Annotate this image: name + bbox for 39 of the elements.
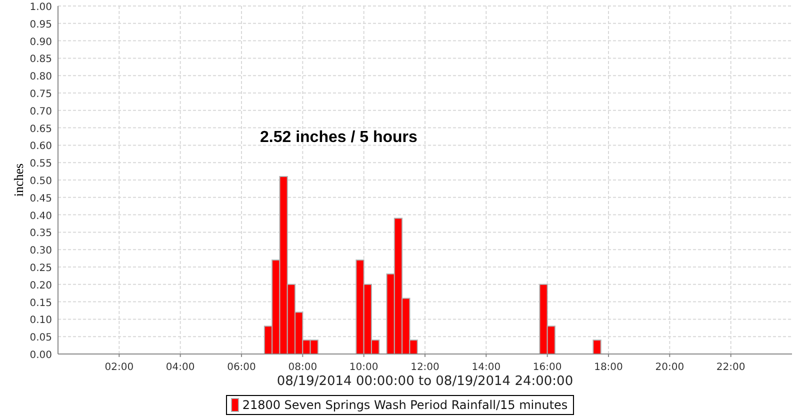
x-tick-label: 14:00 <box>472 362 501 373</box>
x-tick-label: 02:00 <box>104 362 134 373</box>
x-tick-label: 08:00 <box>288 362 318 373</box>
y-tick-label: 0.75 <box>30 89 52 100</box>
y-tick-label: 0.90 <box>30 36 52 48</box>
x-tick-label: 12:00 <box>410 362 440 373</box>
chart-annotation: 2.52 inches / 5 hours <box>260 129 418 146</box>
y-tick-label: 0.20 <box>30 280 52 292</box>
x-tick-label: 18:00 <box>594 362 623 373</box>
y-tick-label: 0.85 <box>30 54 52 66</box>
y-tick-label: 0.00 <box>30 350 52 361</box>
y-tick-label: 0.65 <box>30 124 52 135</box>
y-tick-label: 0.25 <box>30 263 52 274</box>
y-tick-label: 0.35 <box>30 228 52 240</box>
bar <box>310 340 318 354</box>
y-tick-label: 0.70 <box>30 106 52 118</box>
x-tick-label: 06:00 <box>227 362 256 373</box>
y-tick-label: 0.80 <box>30 72 52 83</box>
y-tick-label: 0.15 <box>30 298 52 309</box>
y-tick-label: 0.05 <box>30 332 52 344</box>
bar <box>592 340 602 354</box>
y-tick-label: 0.30 <box>30 246 52 257</box>
y-tick-label: 0.95 <box>30 19 52 30</box>
legend-swatch <box>231 398 240 412</box>
x-tick-label: 22:00 <box>716 362 746 373</box>
y-axis-title: inches <box>11 163 26 197</box>
x-tick-label: 16:00 <box>532 362 562 373</box>
y-tick-label: 0.50 <box>30 176 52 187</box>
x-axis-title: 08/19/2014 00:00:00 to 08/19/2014 24:00:00 <box>276 374 574 389</box>
y-tick-label: 0.40 <box>30 210 52 222</box>
legend-label: 21800 Seven Springs Wash Period Rainfall/15 minutes <box>242 398 568 412</box>
y-tick-label: 0.60 <box>30 141 52 152</box>
y-tick-label: 0.45 <box>30 193 52 204</box>
y-tick-label: 1.00 <box>30 2 52 13</box>
x-tick-label: 10:00 <box>349 362 378 373</box>
x-tick-label: 20:00 <box>655 362 684 373</box>
x-tick-label: 04:00 <box>166 362 195 373</box>
y-tick-label: 0.55 <box>30 158 52 170</box>
y-tick-label: 0.10 <box>30 315 52 326</box>
